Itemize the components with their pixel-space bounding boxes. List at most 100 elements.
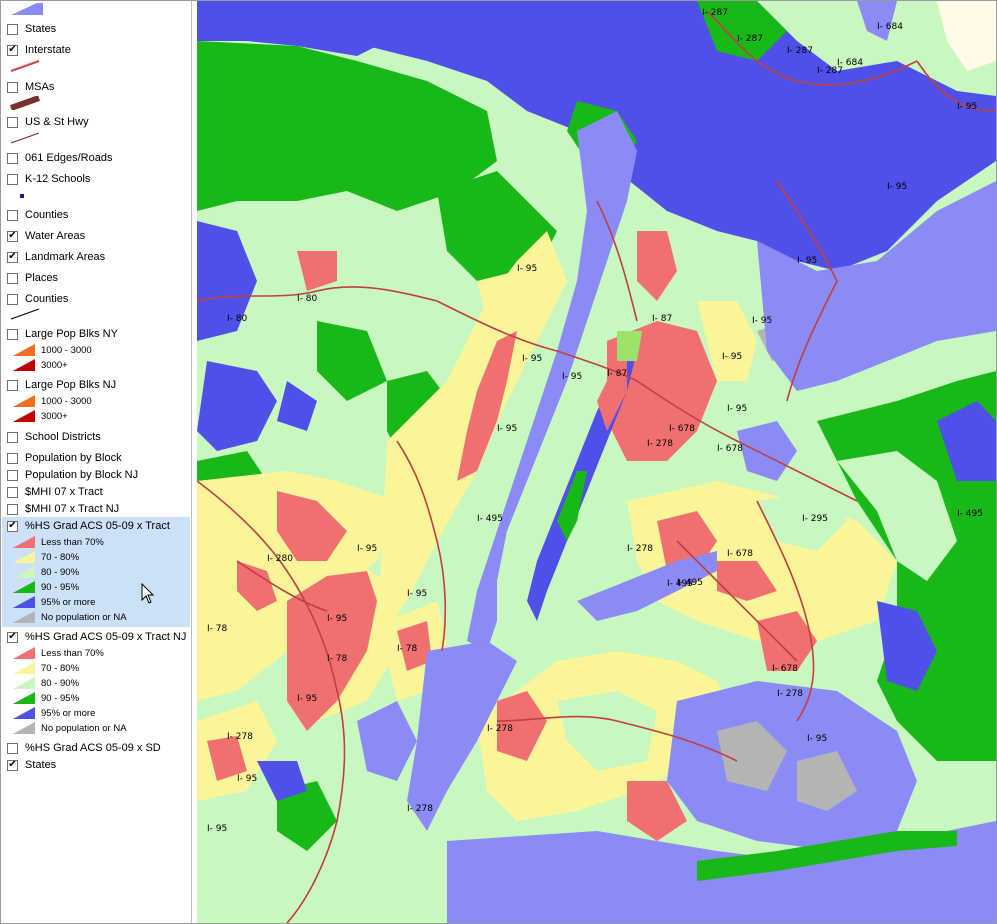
interstate-label: I- 495 [957,509,983,519]
layer-checkbox[interactable] [7,431,18,443]
90-95-swatch [12,581,35,593]
layer-label: 061 Edges/Roads [25,152,113,164]
interstate-label: I- 78 [397,644,417,654]
msa-line-icon [9,96,41,110]
layer-checkbox-checked[interactable]: ✔ [7,44,18,56]
layer-checkbox-checked[interactable]: ✔ [7,631,18,643]
layer-item-edges-roads[interactable]: 061 Edges/Roads [7,149,191,167]
layer-legend-panel[interactable]: States ✔ Interstate MSAs US & St Hwy 061… [1,1,192,923]
layer-label: States [25,759,57,771]
county-line-icon [10,308,40,320]
interstate-label: I- 95 [357,544,377,554]
interstate-label: I- 95 [237,774,257,784]
layer-label: US & St Hwy [25,116,89,128]
layer-label: Landmark Areas [25,251,106,263]
layer-checkbox[interactable] [7,469,18,481]
interstate-label: I- 95 [517,264,537,274]
layer-checkbox[interactable] [7,328,18,340]
interstate-label: I- 495 [667,579,693,589]
layer-item-water-areas[interactable]: ✔ Water Areas [7,227,191,245]
interstate-label: I- 278 [627,544,653,554]
legend-class-label: 1000 - 3000 [41,345,92,356]
interstate-label: I- 287 [787,46,813,56]
legend-class-label: 1000 - 3000 [41,396,92,407]
layer-checkbox[interactable] [7,23,18,35]
layer-checkbox[interactable] [7,152,18,164]
layer-item-states-2[interactable]: ✔ States [7,756,191,774]
layer-item-us-st-hwy[interactable]: US & St Hwy [7,113,191,131]
interstate-label: I- 95 [407,589,427,599]
pop-1000-3000-swatch [12,395,35,407]
map-view[interactable]: I- 287 I- 287 I- 287 I- 287 I- 684 I- 68… [197,1,996,923]
legend-class-label: Less than 70% [41,648,104,659]
layer-item-msas[interactable]: MSAs [7,78,191,96]
gis-application: States ✔ Interstate MSAs US & St Hwy 061… [0,0,997,924]
90-95-swatch [12,692,35,704]
interstate-label: I- 95 [522,354,542,364]
layer-checkbox[interactable] [7,173,18,185]
layer-checkbox[interactable] [7,742,18,754]
interstate-label: I- 95 [807,734,827,744]
interstate-label: I- 278 [647,439,673,449]
school-point-icon [20,194,24,198]
layer-item-interstate[interactable]: ✔ Interstate [7,41,191,59]
layer-item-hs-grad-tract[interactable]: ✔ %HS Grad ACS 05-09 x Tract [7,517,191,535]
interstate-label: I- 95 [957,102,977,112]
interstate-label: I- 95 [562,372,582,382]
layer-label: Large Pop Blks NY [25,328,118,340]
layer-item-mhi-tract-nj[interactable]: $MHI 07 x Tract NJ [7,500,191,518]
layer-checkbox[interactable] [7,272,18,284]
interstate-label: I- 95 [207,824,227,834]
interstate-label: I- 678 [772,664,798,674]
interstate-label: I- 678 [669,424,695,434]
layer-checkbox[interactable] [7,486,18,498]
layer-checkbox[interactable] [7,81,18,93]
interstate-label: I- 278 [227,732,253,742]
layer-checkbox-checked[interactable]: ✔ [7,230,18,242]
layer-checkbox-checked[interactable]: ✔ [7,251,18,263]
layer-checkbox[interactable] [7,116,18,128]
less-than-70-swatch [12,647,35,659]
layer-item-large-pop-blks-nj[interactable]: Large Pop Blks NJ [7,376,191,394]
layer-item-hs-grad-sd[interactable]: %HS Grad ACS 05-09 x SD [7,739,191,757]
layer-checkbox[interactable] [7,452,18,464]
states-symbol-icon [11,3,43,15]
interstate-label: I- 278 [487,724,513,734]
interstate-label: I- 95 [887,182,907,192]
layer-item-counties[interactable]: Counties [7,206,191,224]
interstate-label: I- 684 [837,58,863,68]
layer-item-landmark-areas[interactable]: ✔ Landmark Areas [7,248,191,266]
layer-item-counties-2[interactable]: Counties [7,290,191,308]
layer-checkbox-checked[interactable]: ✔ [7,520,18,532]
choropleth-map[interactable]: I- 287 I- 287 I- 287 I- 287 I- 684 I- 68… [197,1,996,923]
layer-item-hs-grad-tract-nj[interactable]: ✔ %HS Grad ACS 05-09 x Tract NJ [7,628,191,646]
layer-label: $MHI 07 x Tract [25,486,103,498]
pop-3000-plus-swatch [12,359,35,371]
layer-label: %HS Grad ACS 05-09 x Tract [25,520,170,532]
layer-item-population-by-block[interactable]: Population by Block [7,449,191,467]
legend-class-label: 70 - 80% [41,663,80,674]
legend-class-label: 95% or more [41,597,96,608]
layer-checkbox[interactable] [7,379,18,391]
interstate-label: I- 287 [737,34,763,44]
interstate-label: I- 678 [727,549,753,559]
layer-item-mhi-tract[interactable]: $MHI 07 x Tract [7,483,191,501]
layer-item-k12-schools[interactable]: K-12 Schools [7,170,191,188]
legend-class-label: 70 - 80% [41,552,80,563]
80-90-swatch [12,566,35,578]
layer-item-states[interactable]: States [7,20,191,38]
layer-checkbox-checked[interactable]: ✔ [7,759,18,771]
layer-item-school-districts[interactable]: School Districts [7,428,191,446]
layer-item-places[interactable]: Places [7,269,191,287]
legend-class-label: 80 - 90% [41,678,80,689]
legend-class-label: 90 - 95% [41,582,80,593]
layer-checkbox[interactable] [7,293,18,305]
interstate-label: I- 95 [497,424,517,434]
layer-checkbox[interactable] [7,503,18,515]
layer-item-large-pop-blks-ny[interactable]: Large Pop Blks NY [7,325,191,343]
legend-class-label: 90 - 95% [41,693,80,704]
interstate-label: I- 78 [207,624,227,634]
layer-checkbox[interactable] [7,209,18,221]
layer-item-population-by-block-nj[interactable]: Population by Block NJ [7,466,191,484]
interstate-label: I- 80 [297,294,317,304]
